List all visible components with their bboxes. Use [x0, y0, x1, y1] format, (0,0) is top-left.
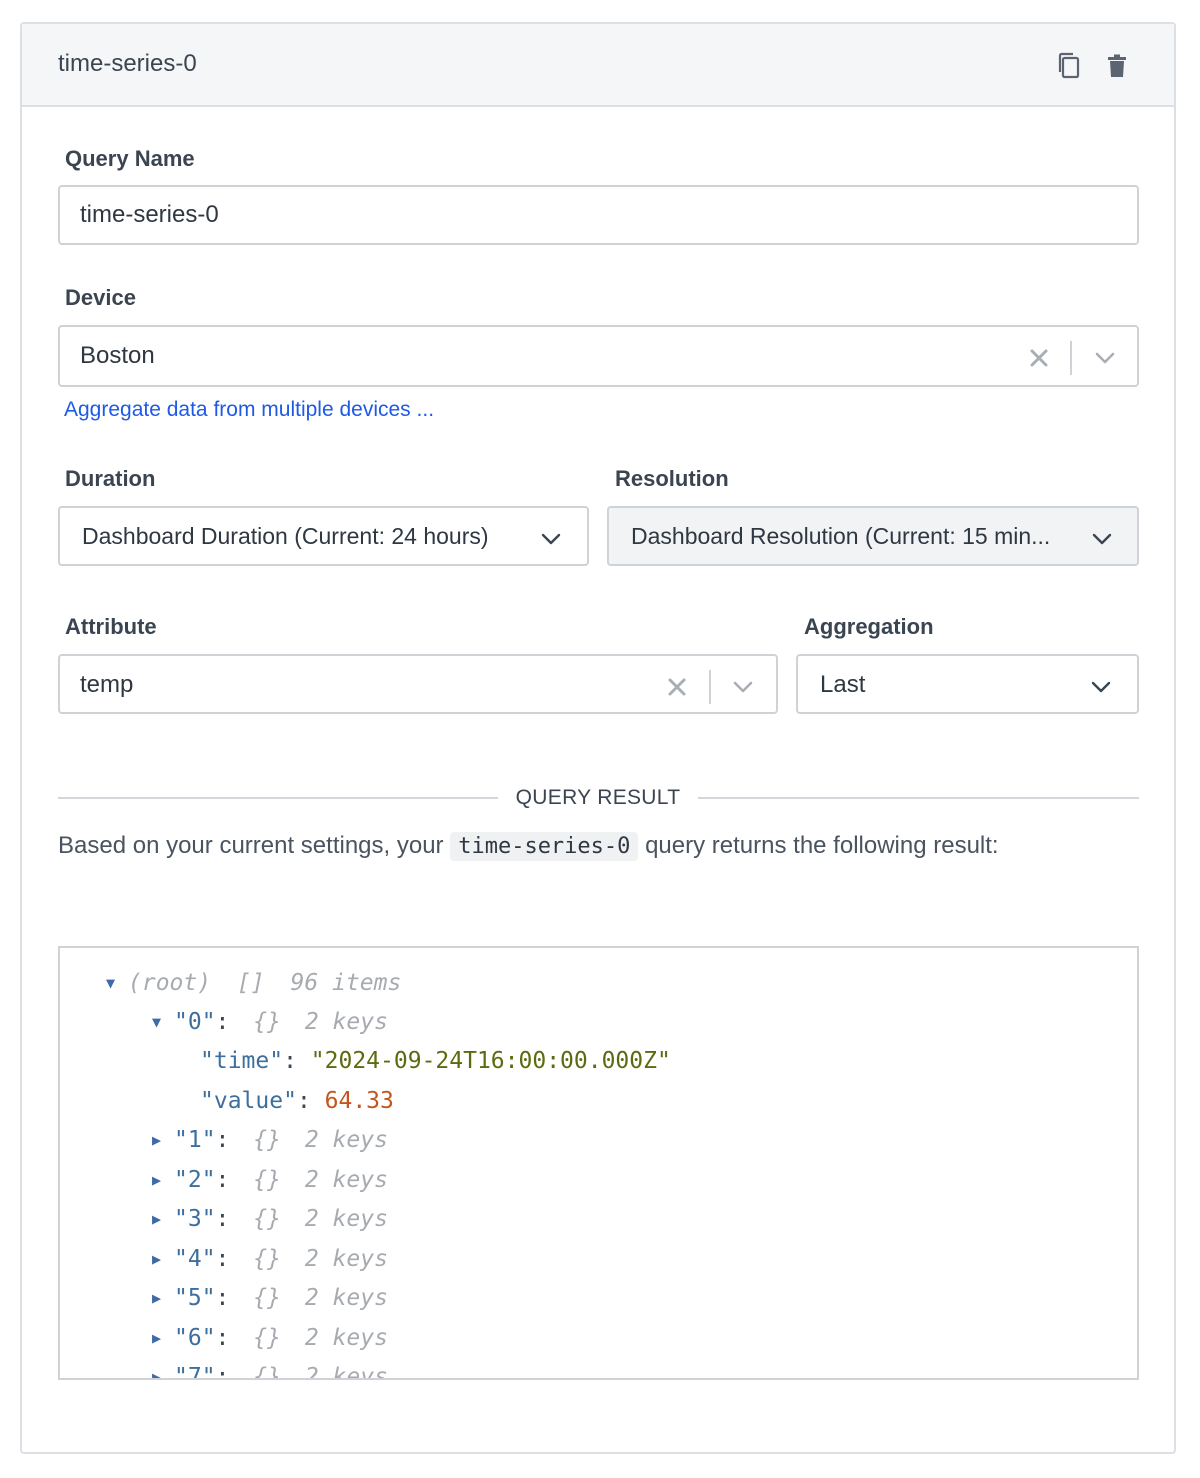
expand-triangle-icon[interactable]: ▶	[152, 1362, 174, 1378]
copy-icon[interactable]	[1056, 52, 1082, 80]
collapse-triangle-icon[interactable]: ▼	[152, 1007, 174, 1037]
json-item-row: ▼ "0": {} 2 keys	[152, 1007, 388, 1037]
json-type: {}	[253, 1167, 281, 1193]
expand-triangle-icon[interactable]: ▶	[152, 1204, 174, 1234]
json-item-row: ▶ "3": {} 2 keys	[152, 1204, 388, 1234]
panel-title: time-series-0	[58, 50, 197, 77]
json-field-key: "time"	[200, 1048, 284, 1074]
duration-select[interactable]: Dashboard Duration (Current: 24 hours)	[58, 506, 589, 566]
json-count: 2 keys	[304, 1246, 388, 1272]
expand-triangle-icon[interactable]: ▶	[152, 1125, 174, 1155]
json-type: {}	[253, 1206, 281, 1232]
json-key: "6"	[174, 1325, 216, 1351]
chevron-down-icon[interactable]	[1094, 347, 1116, 369]
json-item-row: ▶ "1": {} 2 keys	[152, 1125, 388, 1155]
device-select[interactable]: Boston	[58, 325, 1139, 387]
json-count: 2 keys	[304, 1009, 388, 1035]
query-name-label: Query Name	[65, 146, 195, 171]
json-count: 2 keys	[304, 1325, 388, 1351]
expand-triangle-icon[interactable]: ▶	[152, 1244, 174, 1274]
collapse-triangle-icon[interactable]: ▼	[106, 968, 128, 998]
query-code-chip: time-series-0	[450, 832, 639, 861]
json-key: "2"	[174, 1167, 216, 1193]
json-item-row: ▶ "6": {} 2 keys	[152, 1323, 388, 1353]
result-text-before: Based on your current settings, your	[58, 832, 444, 859]
chevron-down-icon[interactable]	[732, 676, 754, 698]
json-key: "4"	[174, 1246, 216, 1272]
json-viewer[interactable]: ▼ (root) [] 96 items ▼ "0": {} 2 keys "tim…	[58, 946, 1139, 1380]
json-count: 2 keys	[304, 1127, 388, 1153]
json-type: {}	[253, 1246, 281, 1272]
json-count: 2 keys	[304, 1285, 388, 1311]
json-count: 2 keys	[304, 1364, 388, 1380]
json-key: "0"	[174, 1009, 216, 1035]
json-key: "1"	[174, 1127, 216, 1153]
json-field-row: "value": 64.33	[200, 1088, 394, 1114]
json-field-row: "time": "2024-09-24T16:00:00.000Z"	[200, 1048, 671, 1074]
duration-value: Dashboard Duration (Current: 24 hours)	[82, 523, 489, 549]
select-divider	[1070, 341, 1072, 375]
chevron-down-icon	[1091, 681, 1111, 693]
device-label: Device	[65, 285, 136, 310]
json-type: {}	[253, 1364, 281, 1380]
resolution-value: Dashboard Resolution (Current: 15 min...	[631, 523, 1051, 549]
aggregate-devices-link[interactable]: Aggregate data from multiple devices ...	[64, 398, 434, 422]
resolution-label: Resolution	[615, 466, 729, 491]
json-key: "3"	[174, 1206, 216, 1232]
json-key: "7"	[174, 1364, 216, 1380]
expand-triangle-icon[interactable]: ▶	[152, 1283, 174, 1313]
query-result-description: Based on your current settings, your tim…	[58, 832, 999, 861]
json-item-row: ▶ "4": {} 2 keys	[152, 1244, 388, 1274]
json-field-value: 64.33	[324, 1088, 394, 1114]
json-field-key: "value"	[200, 1088, 297, 1114]
query-result-title: QUERY RESULT	[515, 786, 681, 809]
device-value: Boston	[80, 342, 155, 369]
duration-label: Duration	[65, 466, 156, 491]
json-field-value: "2024-09-24T16:00:00.000Z"	[310, 1048, 671, 1074]
json-count: 2 keys	[304, 1206, 388, 1232]
expand-triangle-icon[interactable]: ▶	[152, 1165, 174, 1195]
aggregation-select[interactable]: Last	[796, 654, 1139, 714]
trash-icon[interactable]	[1104, 52, 1130, 80]
attribute-select[interactable]: temp	[58, 654, 778, 714]
json-item-row: ▶ "5": {} 2 keys	[152, 1283, 388, 1313]
json-root-count: 96 items	[290, 970, 402, 996]
query-name-value: time-series-0	[80, 201, 219, 228]
json-type: {}	[253, 1325, 281, 1351]
json-type: {}	[253, 1285, 281, 1311]
attribute-label: Attribute	[65, 614, 157, 639]
result-text-after: query returns the following result:	[645, 832, 999, 859]
expand-triangle-icon[interactable]: ▶	[152, 1323, 174, 1353]
json-type: {}	[253, 1009, 281, 1035]
json-root-type: []	[236, 970, 265, 996]
json-type: {}	[253, 1127, 281, 1153]
select-divider	[709, 670, 711, 704]
clear-icon[interactable]	[1028, 347, 1050, 369]
resolution-select[interactable]: Dashboard Resolution (Current: 15 min...	[607, 506, 1139, 566]
json-item-row: ▶ "2": {} 2 keys	[152, 1165, 388, 1195]
json-root-label: (root)	[128, 970, 212, 996]
json-key: "5"	[174, 1285, 216, 1311]
query-name-input[interactable]: time-series-0	[58, 185, 1139, 245]
clear-icon[interactable]	[666, 676, 688, 698]
chevron-down-icon	[1092, 533, 1112, 545]
json-count: 2 keys	[304, 1167, 388, 1193]
attribute-value: temp	[80, 671, 134, 698]
aggregation-label: Aggregation	[804, 614, 934, 639]
panel-header: time-series-0	[22, 24, 1174, 107]
json-root-row: ▼ (root) [] 96 items	[106, 968, 401, 1008]
aggregation-value: Last	[820, 671, 866, 698]
json-item-row: ▶ "7": {} 2 keys	[152, 1362, 388, 1380]
chevron-down-icon	[541, 533, 561, 545]
